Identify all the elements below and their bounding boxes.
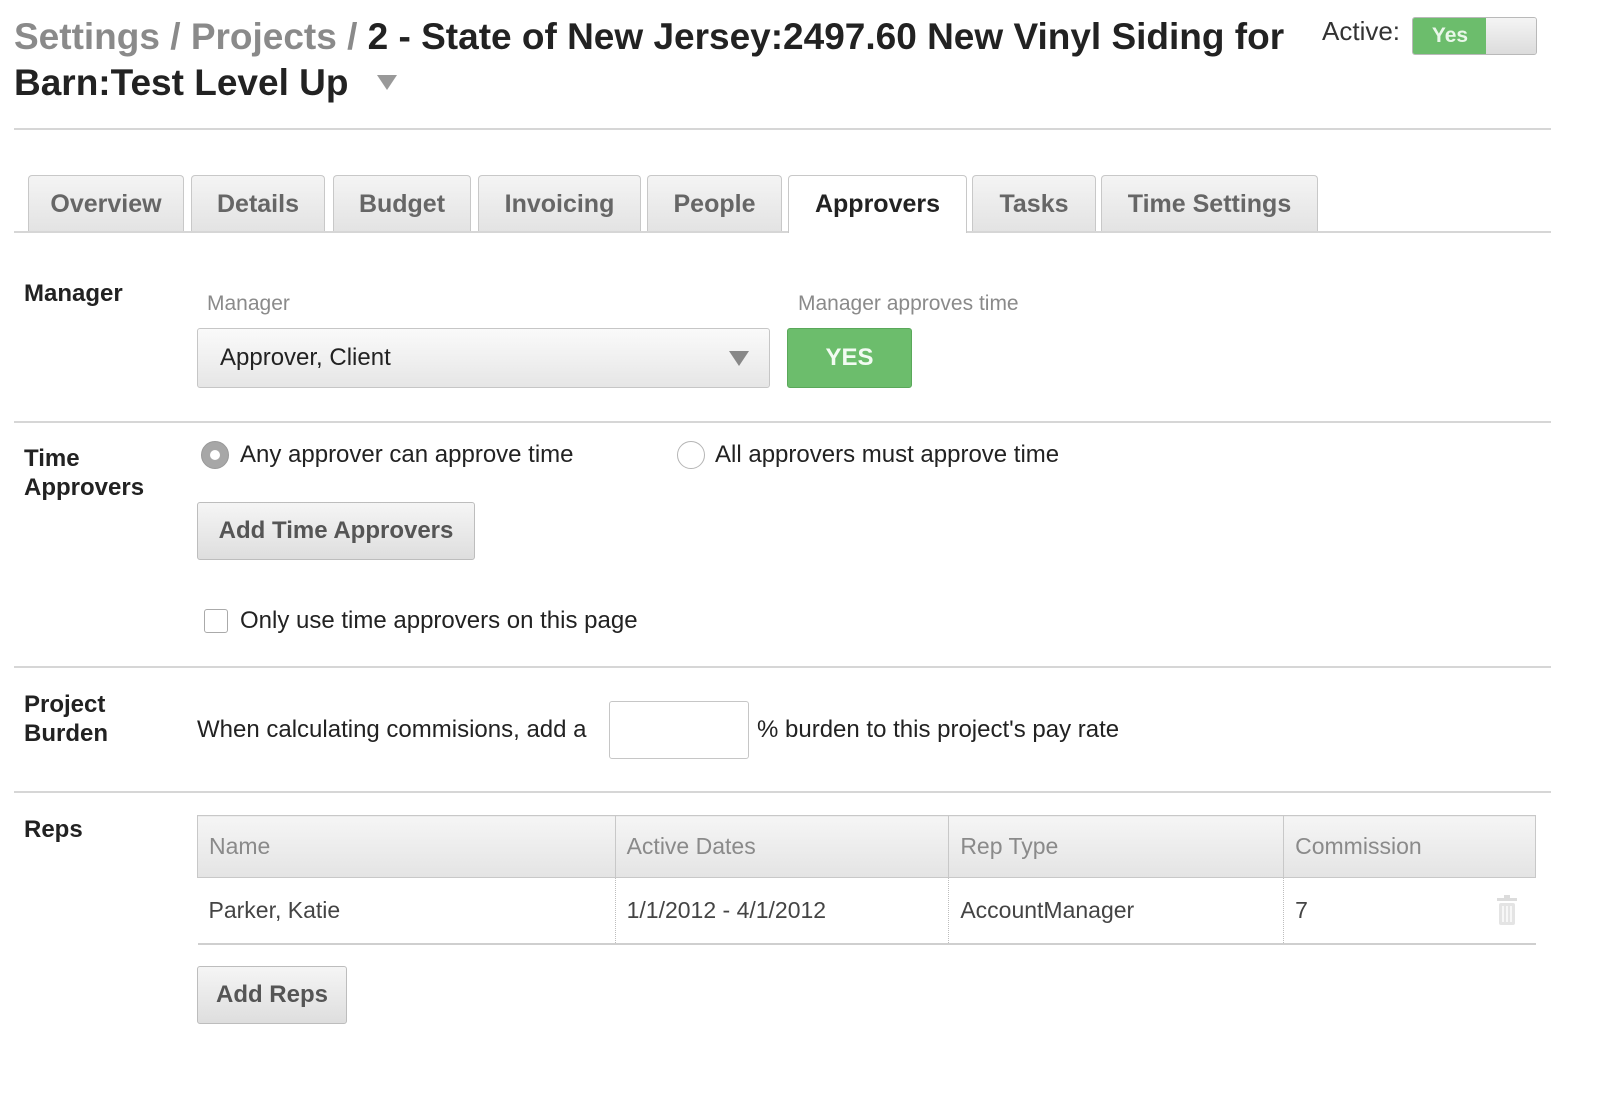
- rep-commission: 7: [1295, 896, 1308, 923]
- project-burden-section-label: Project Burden: [24, 690, 108, 748]
- divider: [14, 666, 1551, 668]
- reps-section-label: Reps: [24, 816, 83, 843]
- tab-baseline: [14, 231, 1551, 233]
- burden-text-after: % burden to this project's pay rate: [757, 716, 1120, 743]
- rep-active-dates: 1/1/2012 - 4/1/2012: [614, 877, 949, 945]
- tab-overview[interactable]: Overview: [28, 175, 184, 231]
- active-toggle-handle: [1486, 18, 1536, 54]
- tab-approvers[interactable]: Approvers: [788, 175, 967, 233]
- add-reps-button[interactable]: Add Reps: [197, 966, 347, 1024]
- divider: [14, 791, 1551, 793]
- column-header-active-dates[interactable]: Active Dates: [614, 815, 950, 878]
- rep-name: Parker, Katie: [197, 877, 616, 945]
- section-label-line: Time: [24, 445, 80, 472]
- section-label-line: Approvers: [24, 474, 145, 501]
- breadcrumb-settings[interactable]: Settings /: [14, 16, 181, 57]
- caret-down-icon[interactable]: [376, 74, 397, 90]
- only-use-approvers-checkbox[interactable]: [204, 609, 228, 633]
- any-approver-label: Any approver can approve time: [240, 441, 574, 468]
- column-header-name[interactable]: Name: [197, 815, 616, 878]
- time-approvers-section-label: Time Approvers: [24, 444, 144, 502]
- active-toggle-on-label: Yes: [1413, 18, 1488, 54]
- breadcrumb-projects[interactable]: Projects /: [191, 16, 358, 57]
- only-use-approvers-label: Only use time approvers on this page: [240, 607, 638, 634]
- column-header-rep-type[interactable]: Rep Type: [948, 815, 1285, 878]
- all-approvers-radio[interactable]: [677, 441, 705, 469]
- any-approver-radio[interactable]: [201, 441, 229, 469]
- manager-section-label: Manager: [24, 280, 123, 307]
- divider: [14, 421, 1551, 423]
- column-header-commission[interactable]: Commission: [1283, 815, 1536, 878]
- burden-text-before: When calculating commisions, add a: [197, 716, 587, 743]
- divider: [14, 128, 1551, 130]
- active-toggle[interactable]: Yes: [1412, 17, 1537, 55]
- section-label-line: Project: [24, 691, 106, 718]
- tab-budget[interactable]: Budget: [333, 175, 471, 231]
- section-label-line: Burden: [24, 720, 108, 747]
- table-header-row: Name Active Dates Rep Type Commission: [197, 815, 1536, 878]
- tab-invoicing[interactable]: Invoicing: [478, 175, 641, 231]
- add-time-approvers-button[interactable]: Add Time Approvers: [197, 502, 475, 560]
- rep-commission-cell: 7: [1283, 877, 1536, 945]
- tab-tasks[interactable]: Tasks: [972, 175, 1096, 231]
- manager-select-value: Approver, Client: [220, 344, 391, 371]
- tab-details[interactable]: Details: [191, 175, 325, 231]
- tab-people[interactable]: People: [647, 175, 782, 231]
- burden-percent-input[interactable]: [609, 701, 749, 759]
- tab-time-settings[interactable]: Time Settings: [1101, 175, 1318, 231]
- manager-approves-label: Manager approves time: [798, 292, 1019, 315]
- page-title: Settings / Projects / 2 - State of New J…: [14, 14, 1294, 106]
- manager-select[interactable]: Approver, Client: [197, 328, 770, 388]
- manager-approves-toggle[interactable]: YES: [787, 328, 912, 388]
- table-row: Parker, Katie 1/1/2012 - 4/1/2012 Accoun…: [197, 877, 1536, 945]
- rep-type: AccountManager: [948, 877, 1284, 945]
- reps-table: Name Active Dates Rep Type Commission Pa…: [197, 815, 1536, 945]
- trash-icon[interactable]: [1496, 894, 1518, 926]
- caret-down-icon: [729, 351, 749, 366]
- all-approvers-label: All approvers must approve time: [715, 441, 1060, 468]
- manager-field-label: Manager: [207, 292, 290, 315]
- active-label: Active:: [1322, 16, 1401, 46]
